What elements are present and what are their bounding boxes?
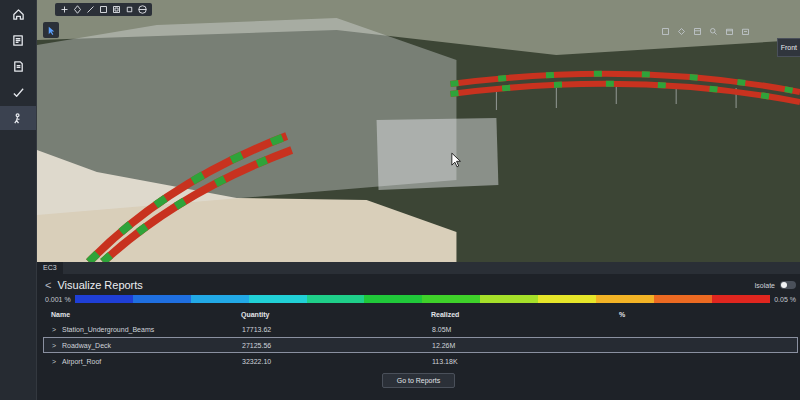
legend-segment — [538, 295, 596, 303]
legend-segment — [191, 295, 249, 303]
legend-segment — [712, 295, 770, 303]
back-button[interactable]: < — [45, 279, 51, 291]
panel-footer: Go to Reports — [37, 369, 800, 392]
main-area: Front EC3 < Visualize Reports Isolate 0.001 %… — [37, 0, 800, 400]
column-header: Realized — [431, 311, 619, 318]
sidebar-nav-icon — [12, 112, 25, 125]
expand-button[interactable]: > — [52, 358, 58, 365]
arrow-pointer-icon — [46, 25, 57, 36]
tool-icon[interactable] — [125, 5, 134, 14]
tool-icon[interactable] — [86, 5, 95, 14]
column-header: Quantity — [241, 311, 431, 318]
legend-segment — [364, 295, 422, 303]
sidebar-item[interactable] — [0, 28, 36, 52]
mouse-cursor-icon — [451, 152, 463, 168]
legend-min: 0.001 % — [45, 296, 71, 303]
model-viewport[interactable]: Front — [37, 0, 800, 262]
panel-title: Visualize Reports — [57, 279, 142, 291]
legend-max: 0.05 % — [774, 296, 796, 303]
nav-tool-icon[interactable] — [709, 27, 718, 36]
column-header: % — [619, 311, 798, 318]
panel-tabs: EC3 — [37, 262, 800, 274]
sidebar-item[interactable] — [0, 80, 36, 104]
legend-segment — [596, 295, 654, 303]
legend-bar — [75, 295, 771, 303]
tool-icon[interactable] — [99, 5, 108, 14]
view-cube[interactable]: Front — [777, 38, 800, 57]
tool-icon[interactable] — [112, 5, 121, 14]
tool-icon[interactable] — [60, 5, 69, 14]
row-name: Roadway_Deck — [62, 342, 111, 349]
title-group: < Visualize Reports — [45, 279, 143, 291]
legend-segment — [133, 295, 191, 303]
isolate-label: Isolate — [754, 282, 775, 289]
panel-header: < Visualize Reports Isolate — [37, 274, 800, 293]
sidebar-nav-icon — [12, 8, 25, 21]
sidebar-nav-icon — [12, 34, 25, 47]
sidebar-item[interactable] — [0, 54, 36, 78]
app-window: Front EC3 < Visualize Reports Isolate 0.001 %… — [0, 0, 800, 400]
row-name: Airport_Roof — [62, 358, 101, 365]
isolate-toggle[interactable] — [780, 281, 796, 289]
nav-tool-icon[interactable] — [677, 27, 686, 36]
legend-segment — [249, 295, 307, 303]
name-cell: > Station_Underground_Beams — [52, 326, 242, 333]
color-legend: 0.001 % 0.05 % — [37, 293, 800, 305]
quantity-cell: 32322.10 — [242, 358, 432, 365]
select-tool-button[interactable] — [43, 22, 59, 38]
view-toolbar — [55, 3, 152, 16]
realized-cell: 8.05M — [432, 326, 620, 333]
model-scene-icon[interactable] — [37, 0, 800, 262]
realized-cell: 113.18K — [432, 358, 620, 365]
panel-tab[interactable]: EC3 — [37, 262, 63, 274]
nav-tool-icon[interactable] — [661, 27, 670, 36]
realized-cell: 12.26M — [432, 342, 620, 349]
reports-panel: EC3 < Visualize Reports Isolate 0.001 % 0.05 … — [37, 262, 800, 400]
name-cell: > Roadway_Deck — [52, 342, 242, 349]
table-row[interactable]: > Station_Underground_Beams 17713.628.05M — [43, 321, 798, 337]
legend-segment — [480, 295, 538, 303]
column-header: Name — [51, 311, 241, 318]
sidebar-nav-icon — [12, 86, 25, 99]
nav-tool-icon[interactable] — [741, 27, 750, 36]
sidebar-nav-icon — [12, 60, 25, 73]
quantity-cell: 27125.56 — [242, 342, 432, 349]
table-row[interactable]: > Airport_Roof 32322.10113.18K — [43, 353, 798, 369]
sidebar-item[interactable] — [0, 2, 36, 26]
legend-segment — [654, 295, 712, 303]
go-to-reports-button[interactable]: Go to Reports — [382, 373, 456, 388]
legend-segment — [422, 295, 480, 303]
quantity-cell: 17713.62 — [242, 326, 432, 333]
isolate-control: Isolate — [754, 281, 796, 289]
row-name: Station_Underground_Beams — [62, 326, 154, 333]
tool-icon[interactable] — [138, 5, 147, 14]
legend-segment — [307, 295, 365, 303]
expand-button[interactable]: > — [52, 342, 58, 349]
expand-button[interactable]: > — [52, 326, 58, 333]
name-cell: > Airport_Roof — [52, 358, 242, 365]
report-table: NameQuantityRealized% > Station_Undergroun… — [37, 305, 800, 369]
table-header: NameQuantityRealized% — [43, 308, 798, 321]
tool-icon[interactable] — [73, 5, 82, 14]
sidebar-item[interactable] — [0, 106, 36, 130]
sidebar — [0, 0, 37, 400]
legend-segment — [75, 295, 133, 303]
nav-tool-icon[interactable] — [725, 27, 734, 36]
toggle-knob — [781, 282, 787, 288]
nav-tool-icon[interactable] — [693, 27, 702, 36]
table-row[interactable]: > Roadway_Deck 27125.5612.26M — [43, 337, 798, 353]
navigation-toolbar — [661, 27, 750, 36]
